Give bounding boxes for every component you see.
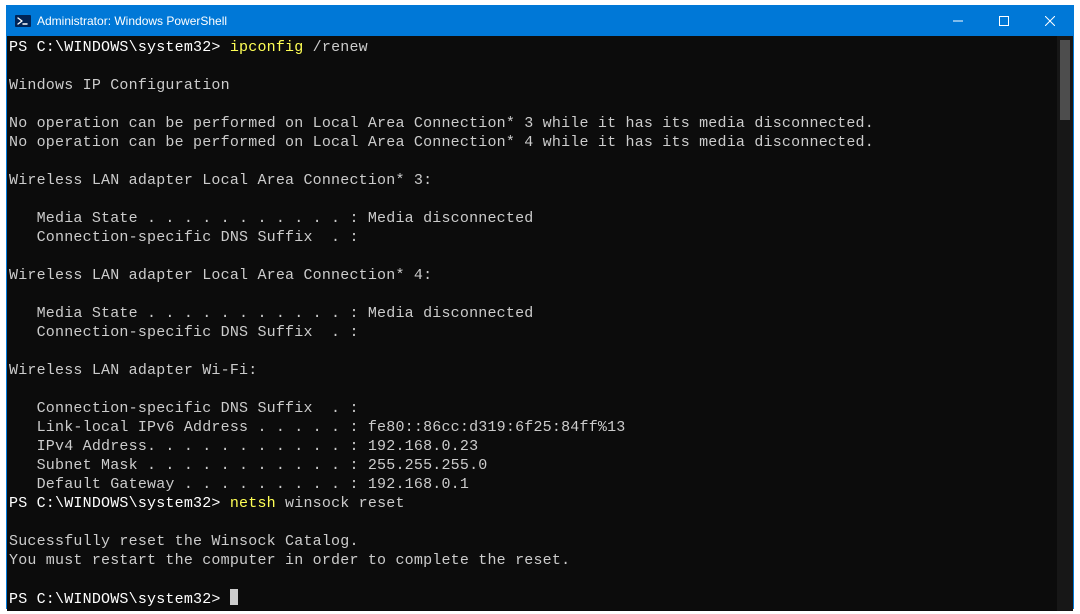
powershell-window: Administrator: Windows PowerShell PS C:\… bbox=[6, 5, 1074, 609]
maximize-button[interactable] bbox=[981, 6, 1027, 36]
command-args: /renew bbox=[303, 39, 367, 56]
window-title: Administrator: Windows PowerShell bbox=[37, 14, 227, 28]
scroll-thumb[interactable] bbox=[1060, 40, 1070, 120]
command-highlight: netsh bbox=[230, 495, 276, 512]
prompt-line: PS C:\WINDOWS\system32> bbox=[9, 591, 230, 608]
prompt-line: PS C:\WINDOWS\system32> bbox=[9, 39, 230, 56]
titlebar[interactable]: Administrator: Windows PowerShell bbox=[7, 6, 1073, 36]
output-block: Sucessfully reset the Winsock Catalog. Y… bbox=[9, 533, 570, 569]
close-button[interactable] bbox=[1027, 6, 1073, 36]
command-args: winsock reset bbox=[276, 495, 405, 512]
command-highlight: ipconfig bbox=[230, 39, 304, 56]
cursor bbox=[230, 589, 238, 605]
prompt-line: PS C:\WINDOWS\system32> bbox=[9, 495, 230, 512]
terminal-area: PS C:\WINDOWS\system32> ipconfig /renew … bbox=[7, 36, 1073, 611]
powershell-icon bbox=[15, 13, 31, 29]
terminal-output[interactable]: PS C:\WINDOWS\system32> ipconfig /renew … bbox=[7, 36, 1057, 611]
vertical-scrollbar[interactable] bbox=[1057, 36, 1073, 611]
minimize-button[interactable] bbox=[935, 6, 981, 36]
output-block: Windows IP Configuration No operation ca… bbox=[9, 77, 874, 493]
